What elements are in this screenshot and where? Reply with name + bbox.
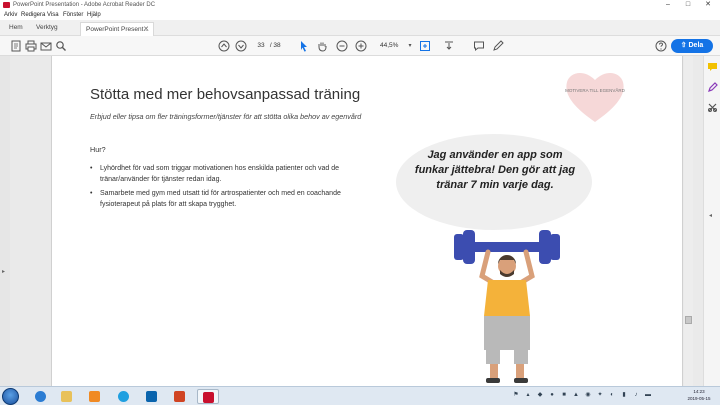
search-icon[interactable] [55,40,67,52]
taskbar-explorer[interactable] [56,389,78,404]
menu-item-redigera[interactable]: Redigera [21,10,45,20]
expand-left-panel-icon[interactable]: ▸ [2,268,5,275]
menu-item-fonster[interactable]: Fönster [63,10,83,20]
acrobat-app-icon [3,2,10,8]
media-player-icon [89,391,100,402]
scrollbar-thumb[interactable] [685,316,692,324]
vertical-scrollbar[interactable] [684,56,693,386]
heart-badge [566,73,624,122]
title-bar: PowerPoint Presentation - Adobe Acrobat … [0,0,720,10]
page-up-icon[interactable] [218,40,230,52]
tray-chevron-icon[interactable]: ▴ [524,391,532,399]
acrobat-icon [203,392,214,403]
tray-network-icon[interactable]: ▮ [620,391,628,399]
highlight-pen-icon[interactable] [492,40,504,52]
list-item: Lyhördhet för vad som triggar motivation… [90,164,380,185]
taskbar-skype[interactable] [113,389,135,404]
start-button[interactable] [2,388,19,405]
tray-power-icon[interactable]: ▬ [644,391,652,399]
zoom-dropdown-icon[interactable]: ▾ [404,40,416,52]
tray-flag-icon[interactable]: ⚑ [512,391,520,399]
fit-page-icon[interactable] [419,40,431,52]
slide-bullet-list: Lyhördhet för vad som triggar motivation… [90,164,380,214]
email-icon[interactable] [40,40,52,52]
taskbar-ie[interactable] [30,389,52,404]
tab-document[interactable]: PowerPoint Present... ✕ [80,22,154,36]
hand-tool-icon[interactable] [316,40,328,52]
maximize-button[interactable]: □ [680,0,696,10]
close-window-button[interactable]: ✕ [700,0,716,10]
share-button-label: Dela [688,42,704,49]
comment-tool-icon[interactable] [707,62,718,73]
clock-date: 2019-05-15 [687,396,711,401]
tray-app-icon[interactable]: ◉ [584,391,592,399]
clock-time: 14:23 [693,389,705,394]
list-item: Samarbete med gym med utsatt tid för art… [90,189,380,210]
folder-icon [61,391,72,402]
taskbar-acrobat[interactable] [197,389,219,404]
slide-title: Stötta med mer behovsanpassad träning [90,86,361,103]
share-button[interactable]: ⇧ Dela [671,39,713,53]
window-title: PowerPoint Presentation - Adobe Acrobat … [13,2,156,8]
zoom-out-icon[interactable] [336,40,348,52]
close-tab-icon[interactable]: ✕ [143,23,149,36]
page-down-icon[interactable] [235,40,247,52]
tray-app-icon[interactable]: ■ [560,391,568,399]
expand-right-panel-icon[interactable]: ◂ [709,212,712,219]
current-page-input[interactable]: 33 [254,40,268,52]
tab-document-label: PowerPoint Present... [86,26,149,33]
tab-bar: Hem Verktyg PowerPoint Present... ✕ [0,20,720,36]
skype-icon [118,391,129,402]
zoom-in-icon[interactable] [355,40,367,52]
more-tools-icon[interactable] [707,102,718,113]
comment-icon[interactable] [473,40,485,52]
create-pdf-icon[interactable] [10,40,22,52]
page-indicator: 33 / 38 [254,40,281,52]
taskbar-media[interactable] [84,389,106,404]
tab-home[interactable]: Hem [9,20,23,36]
scroll-mode-icon[interactable] [443,40,455,52]
menu-item-arkiv[interactable]: Arkiv [4,10,17,20]
tray-app-icon[interactable]: ✦ [596,391,604,399]
tray-volume-icon[interactable]: ♪ [632,391,640,399]
internet-explorer-icon [35,391,46,402]
tray-app-icon[interactable]: ◐ [608,391,616,399]
share-icon: ⇧ [680,42,689,49]
windows-taskbar: ⚑ ▴ ◆ ● ■ ▲ ◉ ✦ ◐ ▮ ♪ ▬ 14:23 2019-05-15 [0,386,720,405]
zoom-level[interactable]: 44,5% [380,40,398,52]
select-cursor-icon[interactable] [298,40,310,52]
pdf-page: Stötta med mer behovsanpassad träning Er… [51,56,683,386]
powerpoint-icon [174,391,185,402]
menu-item-visa[interactable]: Visa [47,10,59,20]
left-panel-collapsed[interactable]: ▸ [0,56,10,386]
menu-item-hjalp[interactable]: Hjälp [87,10,101,20]
minimize-button[interactable]: – [660,0,676,10]
taskbar-powerpoint[interactable] [169,389,191,404]
help-icon[interactable] [655,40,667,52]
slide-section-label: Hur? [90,145,106,154]
toolbar: 33 / 38 44,5% ▾ ⇧ Dela [0,36,720,56]
tray-app-icon[interactable]: ◆ [536,391,544,399]
tray-app-icon[interactable]: ▲ [572,391,580,399]
menu-bar: Arkiv Redigera Visa Fönster Hjälp [0,10,720,20]
outlook-icon [146,391,157,402]
fill-sign-icon[interactable] [707,82,718,93]
speech-bubble-quote: Jag använder en app som funkar jättebra!… [414,149,576,191]
slide-subtitle: Erbjud eller tipsa om fler träningsforme… [90,112,362,121]
person-lifting-barbell-illustration [454,230,560,383]
print-icon[interactable] [25,40,37,52]
taskbar-outlook[interactable] [141,389,163,404]
total-pages: / 38 [269,42,281,49]
tray-app-icon[interactable]: ● [548,391,556,399]
taskbar-clock[interactable]: 14:23 2019-05-15 [680,388,718,402]
tab-tools[interactable]: Verktyg [36,20,58,36]
right-tools-panel: ◂ [703,56,720,386]
heart-badge-text: MOTIVERA TILL EGENVÅRD [565,88,625,93]
